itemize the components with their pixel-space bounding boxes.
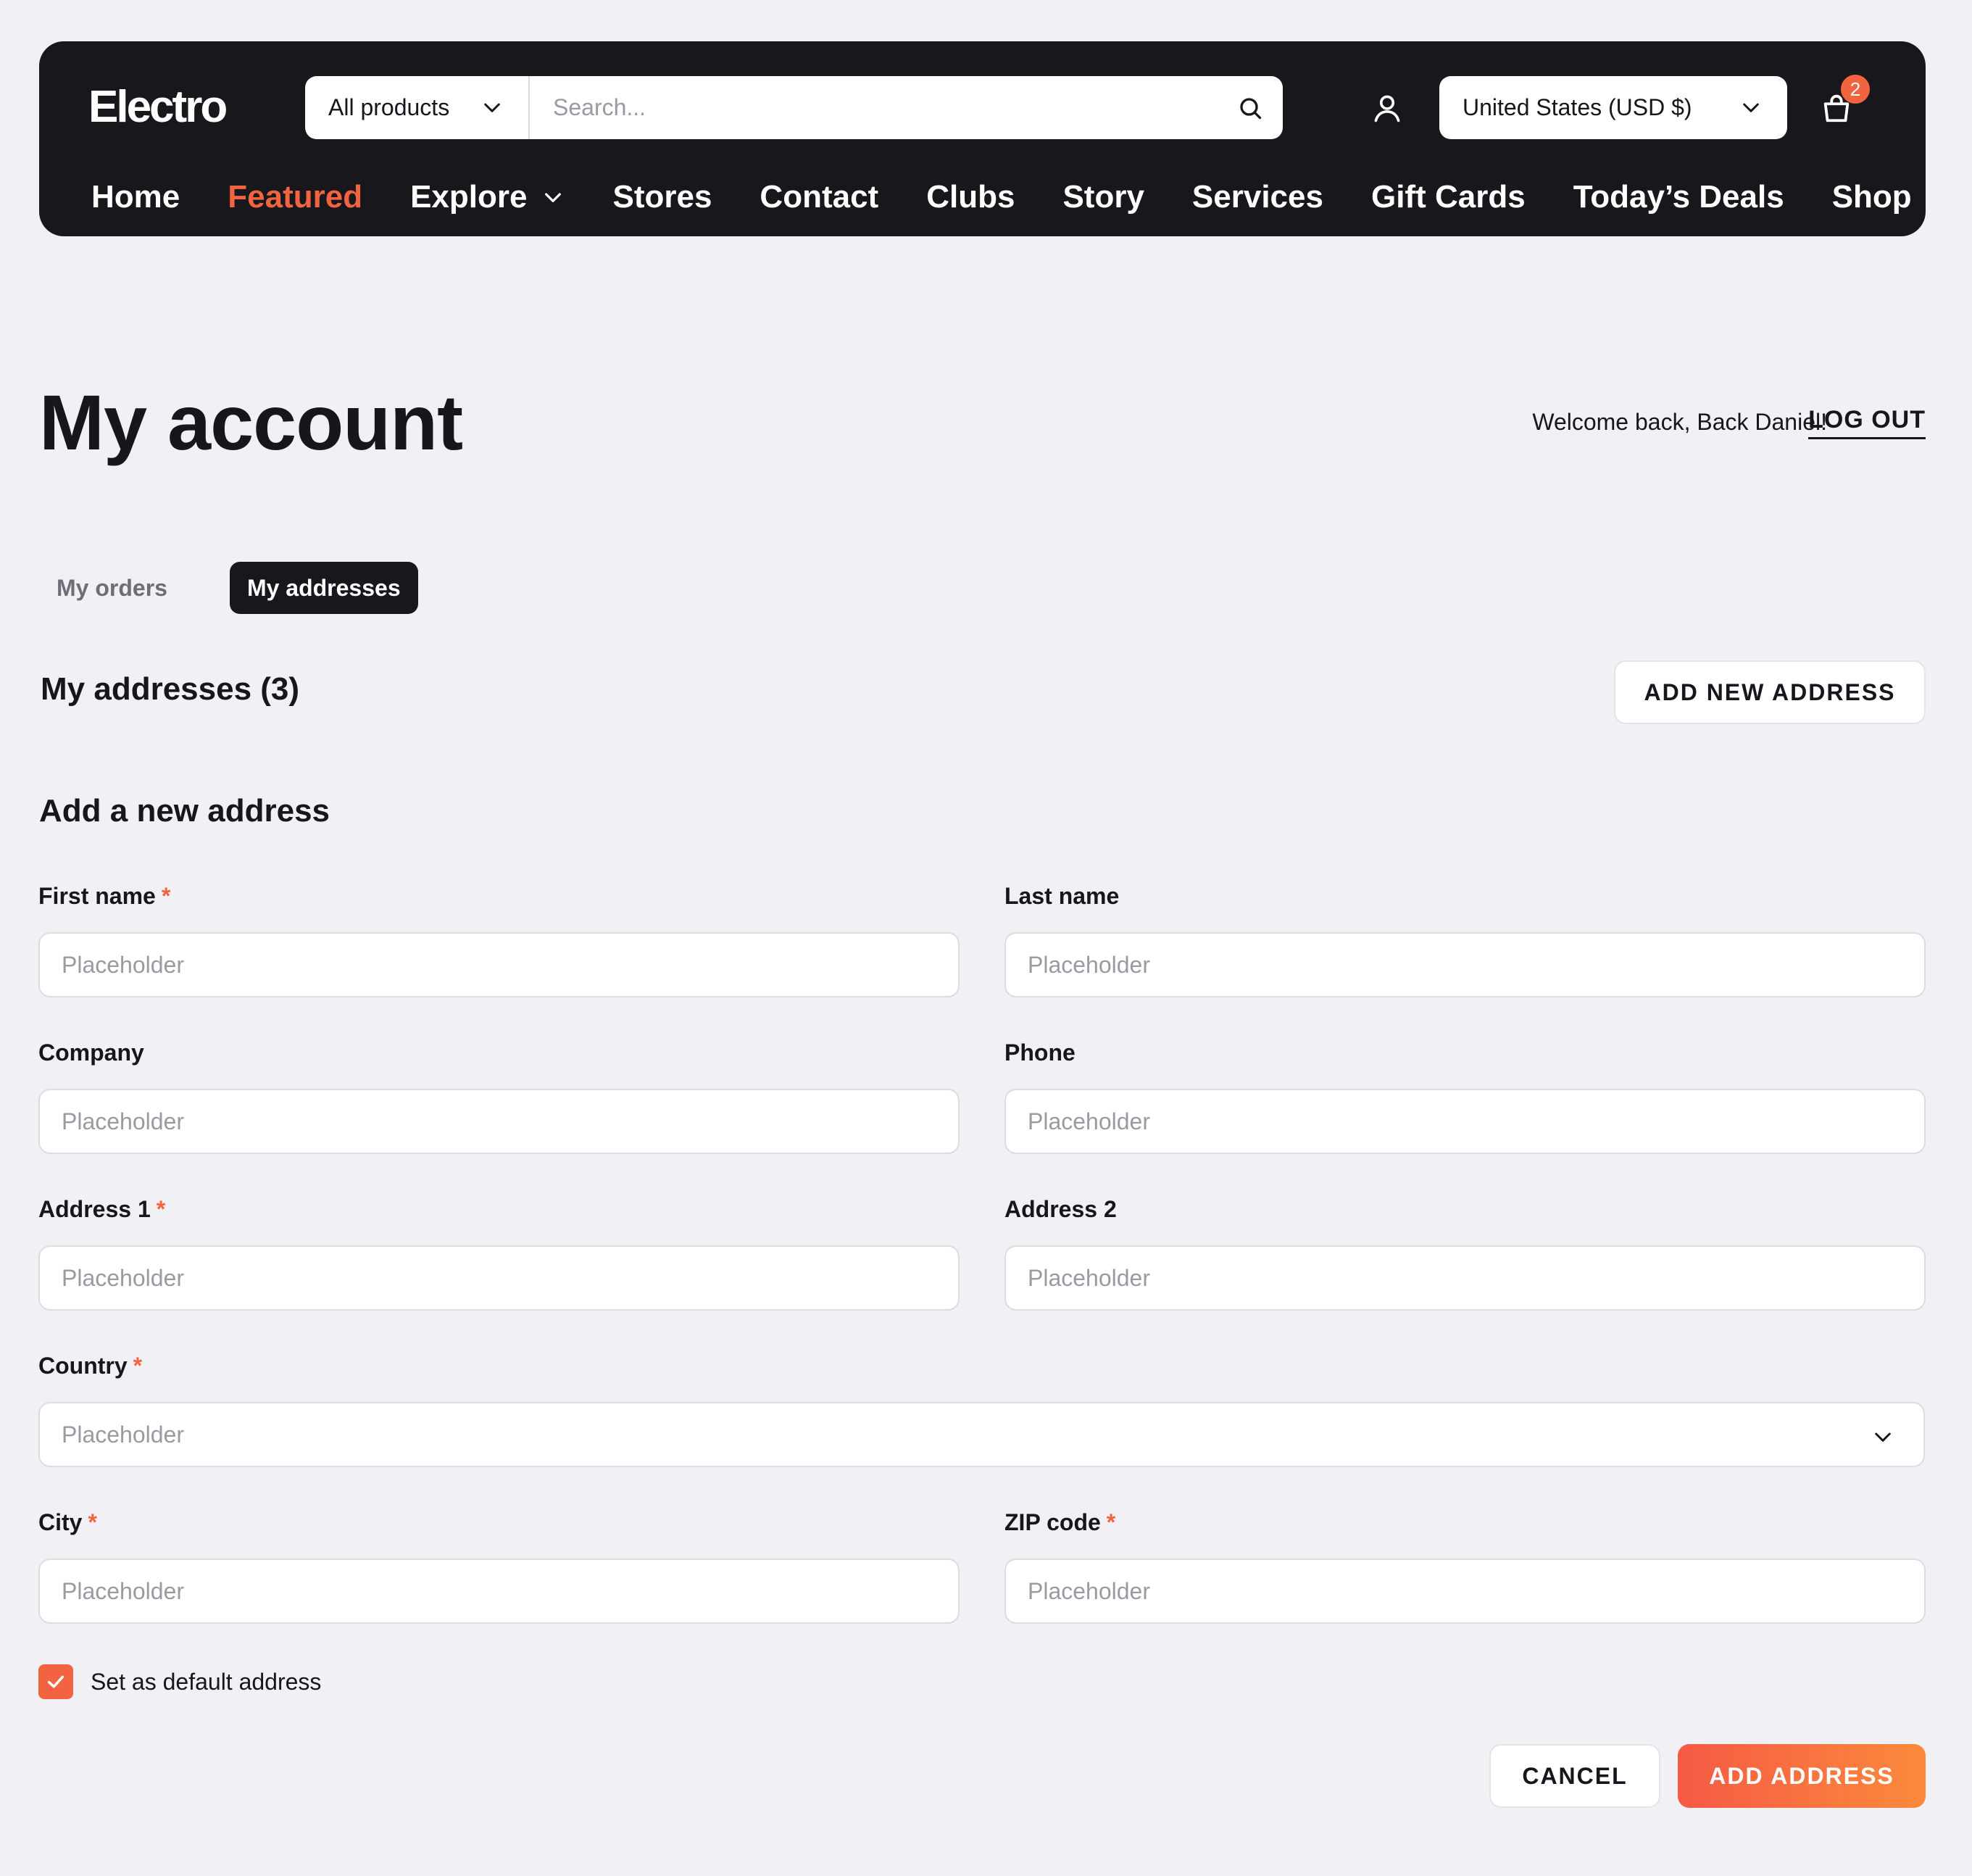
nav-item-label: Clubs bbox=[926, 179, 1015, 215]
add-new-address-button[interactable]: ADD NEW ADDRESS bbox=[1614, 660, 1926, 724]
zip-label: ZIP code * bbox=[1004, 1509, 1926, 1538]
check-icon bbox=[47, 1675, 65, 1688]
nav-item-services[interactable]: Services bbox=[1192, 179, 1323, 215]
nav-item-label: Story bbox=[1062, 179, 1144, 215]
nav-item-label: Home bbox=[91, 179, 180, 215]
label-text: City bbox=[38, 1509, 83, 1535]
tab-my-orders[interactable]: My orders bbox=[39, 562, 185, 614]
nav-item-clubs[interactable]: Clubs bbox=[926, 179, 1015, 215]
city-input[interactable] bbox=[38, 1559, 960, 1624]
first-name-field: First name * bbox=[38, 883, 960, 997]
site-header: Electro All products United States (USD … bbox=[39, 41, 1926, 236]
zip-input[interactable] bbox=[1004, 1559, 1926, 1624]
add-address-button[interactable]: ADD ADDRESS bbox=[1678, 1744, 1926, 1808]
user-icon bbox=[1374, 95, 1400, 123]
addresses-heading: My addresses (3) bbox=[41, 671, 300, 707]
cancel-button[interactable]: CANCEL bbox=[1489, 1744, 1660, 1808]
address1-field: Address 1 * bbox=[38, 1196, 960, 1311]
search-input[interactable] bbox=[530, 76, 1218, 139]
category-select[interactable]: All products bbox=[305, 76, 530, 139]
required-mark: * bbox=[88, 1509, 97, 1535]
tab-my-addresses[interactable]: My addresses bbox=[229, 562, 418, 614]
address2-field: Address 2 bbox=[1004, 1196, 1926, 1311]
nav-item-label: Featured bbox=[228, 179, 363, 215]
first-name-input[interactable] bbox=[38, 932, 960, 997]
required-mark: * bbox=[156, 1196, 166, 1222]
country-label: Country * bbox=[38, 1353, 1925, 1382]
currency-select[interactable]: United States (USD $) bbox=[1439, 76, 1787, 139]
chevron-down-icon bbox=[1875, 1432, 1891, 1442]
nav-item-gift-cards[interactable]: Gift Cards bbox=[1371, 179, 1526, 215]
first-name-label: First name * bbox=[38, 883, 960, 912]
phone-label: Phone bbox=[1004, 1039, 1076, 1066]
main-nav: Home Featured Explore Stores Contact Clu… bbox=[91, 172, 1912, 223]
required-mark: * bbox=[1106, 1509, 1116, 1535]
last-name-label: Last name bbox=[1004, 883, 1120, 909]
default-address-option[interactable]: Set as default address bbox=[38, 1664, 321, 1699]
default-address-checkbox[interactable] bbox=[38, 1664, 73, 1699]
cart-count-badge: 2 bbox=[1841, 75, 1870, 104]
nav-item-featured[interactable]: Featured bbox=[228, 179, 362, 215]
label-text: Country bbox=[38, 1353, 128, 1379]
country-field: Country * Placeholder bbox=[38, 1353, 1925, 1467]
nav-item-label: Today’s Deals bbox=[1573, 179, 1784, 215]
nav-item-label: Gift Cards bbox=[1370, 179, 1526, 215]
page-title: My account bbox=[39, 378, 463, 466]
phone-input[interactable] bbox=[1004, 1089, 1926, 1154]
nav-item-home[interactable]: Home bbox=[91, 179, 180, 215]
welcome-message: Welcome back, Back Daniel! bbox=[1532, 409, 1827, 435]
search-bar: All products bbox=[305, 76, 1283, 139]
label-text: Address 1 bbox=[38, 1196, 151, 1222]
nav-item-shop[interactable]: Shop bbox=[1832, 179, 1912, 215]
nav-item-story[interactable]: Story bbox=[1062, 179, 1144, 215]
chevron-down-icon bbox=[484, 103, 500, 112]
required-mark: * bbox=[133, 1353, 143, 1379]
logo[interactable]: Electro bbox=[88, 81, 228, 133]
account-tabs: My orders My addresses bbox=[39, 562, 418, 614]
last-name-input[interactable] bbox=[1004, 932, 1926, 997]
category-select-value: All products bbox=[328, 94, 450, 120]
search-icon bbox=[1240, 97, 1262, 119]
currency-select-value: United States (USD $) bbox=[1463, 94, 1692, 120]
chevron-down-icon bbox=[1743, 103, 1759, 112]
nav-item-label: Services bbox=[1191, 179, 1323, 215]
nav-item-label: Stores bbox=[612, 179, 712, 215]
zip-field: ZIP code * bbox=[1004, 1509, 1926, 1624]
city-label: City * bbox=[38, 1509, 960, 1538]
last-name-field: Last name bbox=[1004, 883, 1926, 997]
account-button[interactable] bbox=[1365, 86, 1409, 130]
label-text: ZIP code bbox=[1004, 1509, 1101, 1535]
address1-label: Address 1 * bbox=[38, 1196, 960, 1225]
address2-label: Address 2 bbox=[1004, 1196, 1117, 1222]
nav-item-todays-deals[interactable]: Today’s Deals bbox=[1573, 179, 1784, 215]
company-label: Company bbox=[38, 1039, 144, 1066]
form-title: Add a new address bbox=[39, 793, 330, 829]
company-field: Company bbox=[38, 1039, 960, 1154]
nav-item-label: Contact bbox=[760, 179, 879, 215]
search-button[interactable] bbox=[1218, 76, 1283, 139]
nav-item-contact[interactable]: Contact bbox=[760, 179, 878, 215]
nav-item-label: Explore bbox=[410, 179, 528, 215]
address1-input[interactable] bbox=[38, 1245, 960, 1311]
label-text: First name bbox=[38, 883, 156, 909]
default-address-label: Set as default address bbox=[91, 1668, 322, 1695]
nav-item-stores[interactable]: Stores bbox=[612, 179, 712, 215]
phone-field: Phone bbox=[1004, 1039, 1926, 1154]
address2-input[interactable] bbox=[1004, 1245, 1926, 1311]
company-input[interactable] bbox=[38, 1089, 960, 1154]
nav-item-label: Shop bbox=[1831, 179, 1912, 215]
logout-link[interactable]: LOG OUT bbox=[1808, 406, 1926, 439]
country-select-placeholder: Placeholder bbox=[62, 1421, 184, 1448]
nav-item-explore[interactable]: Explore bbox=[410, 179, 565, 215]
city-field: City * bbox=[38, 1509, 960, 1624]
required-mark: * bbox=[161, 883, 171, 909]
chevron-down-icon bbox=[545, 193, 562, 202]
country-select[interactable]: Placeholder bbox=[38, 1402, 1925, 1467]
